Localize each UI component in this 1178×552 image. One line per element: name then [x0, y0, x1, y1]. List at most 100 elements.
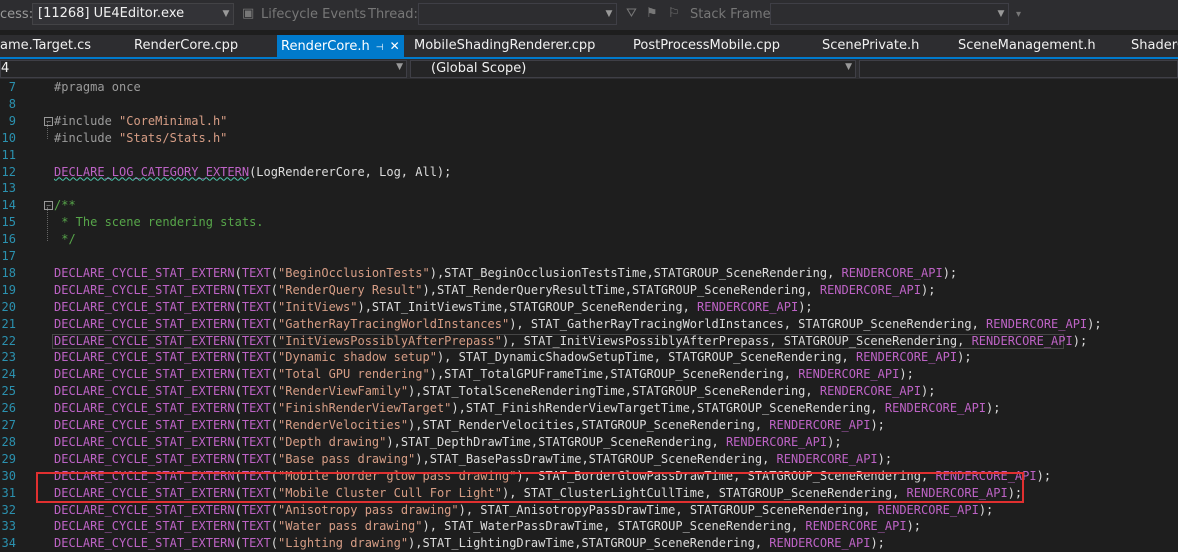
project-dropdown[interactable]: 4 ▼ [0, 60, 407, 78]
code-line[interactable]: 22 DECLARE_CYCLE_STAT_EXTERN(TEXT("InitVi… [0, 333, 1178, 350]
document-tab-bar: ame.Target.cs RenderCore.cpp RenderCore.… [0, 35, 1178, 57]
member-dropdown[interactable] [859, 60, 1178, 78]
code-text: DECLARE_CYCLE_STAT_EXTERN(TEXT("RenderVe… [54, 418, 885, 432]
code-text: DECLARE_CYCLE_STAT_EXTERN(TEXT("RenderVi… [54, 384, 936, 399]
tab-label: PostProcessMobile.cpp [633, 38, 780, 53]
line-number: 17 [1, 249, 16, 263]
code-line[interactable]: 9 − #include "CoreMinimal.h" [0, 113, 1178, 130]
close-icon[interactable]: ✕ [390, 39, 400, 53]
code-line[interactable]: 16 */ [0, 231, 1178, 248]
line-number: 12 [1, 164, 16, 179]
filter-icon[interactable]: ⛛ [626, 6, 637, 21]
process-label: cess: [0, 7, 34, 22]
code-line[interactable]: 19 DECLARE_CYCLE_STAT_EXTERN(TEXT("Render… [0, 282, 1178, 299]
lifecycle-events-icon[interactable]: ▣ [242, 6, 254, 21]
code-line[interactable]: 32 DECLARE_CYCLE_STAT_EXTERN(TEXT("Anisot… [0, 502, 1178, 519]
code-line[interactable]: 14 −/** [0, 197, 1178, 214]
code-text: DECLARE_CYCLE_STAT_EXTERN(TEXT("Water pa… [54, 519, 922, 534]
thread-label: Thread: [368, 7, 418, 22]
tab-label: RenderCore.cpp [134, 38, 239, 53]
code-text: /** [54, 198, 76, 213]
code-text: DECLARE_CYCLE_STAT_EXTERN(TEXT("Lighting… [54, 536, 885, 551]
stack-frame-dropdown[interactable]: ▼ [770, 3, 1009, 25]
code-line[interactable]: 18 DECLARE_CYCLE_STAT_EXTERN(TEXT("BeginO… [0, 265, 1178, 282]
line-number: 20 [1, 299, 16, 314]
line-number: 32 [1, 502, 16, 517]
code-text: DECLARE_CYCLE_STAT_EXTERN(TEXT("BeginOcc… [54, 265, 958, 280]
code-text: #include "Stats/Stats.h" [54, 130, 228, 145]
code-text: DECLARE_CYCLE_STAT_EXTERN(TEXT("InitView… [54, 333, 1088, 348]
chevron-down-icon: ▼ [605, 9, 613, 19]
highlight-annotation-box [36, 472, 1024, 503]
code-line[interactable]: 33 DECLARE_CYCLE_STAT_EXTERN(TEXT("Water … [0, 518, 1178, 535]
line-number: 13 [1, 181, 16, 196]
code-line[interactable]: 13 [0, 180, 1178, 197]
line-number: 27 [1, 418, 16, 432]
pin-icon[interactable]: ⊣ [376, 43, 384, 53]
code-line[interactable]: 8 [0, 96, 1178, 113]
tab-scene-private[interactable]: ScenePrivate.h [822, 35, 919, 57]
code-line[interactable]: 25 DECLARE_CYCLE_STAT_EXTERN(TEXT("Render… [0, 383, 1178, 400]
line-number: 14 [1, 198, 16, 213]
code-line[interactable]: 21 DECLARE_CYCLE_STAT_EXTERN(TEXT("Gather… [0, 316, 1178, 333]
code-line[interactable]: 12 DECLARE_LOG_CATEGORY_EXTERN(LogRendere… [0, 164, 1178, 181]
chevron-down-icon: ▼ [396, 62, 403, 72]
scope-value: (Global Scope) [431, 61, 527, 76]
line-number: 28 [1, 434, 16, 449]
code-line[interactable]: 7 #pragma once [0, 79, 1178, 96]
debug-location-toolbar: cess: [11268] UE4Editor.exe ▼ ▣ Lifecycl… [0, 0, 1178, 30]
code-text: DECLARE_CYCLE_STAT_EXTERN(TEXT("FinishRe… [54, 401, 1001, 416]
code-text: DECLARE_CYCLE_STAT_EXTERN(TEXT("Base pas… [54, 451, 893, 466]
thread-dropdown[interactable]: ▼ [418, 3, 617, 25]
line-number: 8 [8, 96, 16, 111]
code-text: DECLARE_CYCLE_STAT_EXTERN(TEXT("InitView… [54, 299, 813, 314]
process-value: [11268] UE4Editor.exe [38, 6, 185, 21]
tab-rendercore-cpp[interactable]: RenderCore.cpp [134, 35, 238, 57]
code-line[interactable]: 28 DECLARE_CYCLE_STAT_EXTERN(TEXT("Depth … [0, 434, 1178, 451]
flag-filter-icon[interactable]: ⚑ [646, 6, 658, 21]
toolbar-overflow-icon[interactable]: ▾ [1016, 9, 1021, 20]
code-text: DECLARE_CYCLE_STAT_EXTERN(TEXT("Depth dr… [54, 434, 842, 449]
code-line[interactable]: 29 DECLARE_CYCLE_STAT_EXTERN(TEXT("Base p… [0, 451, 1178, 468]
line-number: 9 [8, 113, 16, 128]
tab-rendercore-h[interactable]: RenderCore.h ⊣ ✕ [277, 35, 404, 57]
code-line[interactable]: 26 DECLARE_CYCLE_STAT_EXTERN(TEXT("Finish… [0, 400, 1178, 417]
code-line[interactable]: 24 DECLARE_CYCLE_STAT_EXTERN(TEXT("Total … [0, 366, 1178, 383]
tab-mobile-shading-renderer[interactable]: MobileShadingRenderer.cpp [414, 35, 595, 57]
line-number: 22 [1, 333, 16, 348]
tab-label: SceneManagement.h [958, 38, 1096, 53]
collapse-icon[interactable]: − [44, 201, 53, 211]
line-number: 16 [1, 232, 16, 247]
project-value: 4 [1, 61, 10, 76]
code-line[interactable]: 34 DECLARE_CYCLE_STAT_EXTERN(TEXT("Lighti… [0, 535, 1178, 552]
tab-game-target[interactable]: ame.Target.cs [0, 35, 91, 57]
code-line[interactable]: 11 [0, 147, 1178, 164]
code-text: * The scene rendering stats. [54, 215, 264, 230]
code-line[interactable]: 15 * The scene rendering stats. [0, 214, 1178, 231]
code-text: DECLARE_CYCLE_STAT_EXTERN(TEXT("GatherRa… [54, 316, 1102, 331]
tab-label: MobileShadingRenderer.cpp [414, 38, 596, 53]
code-line[interactable]: 10 #include "Stats/Stats.h" [0, 130, 1178, 147]
tab-label: ShaderC [1131, 38, 1178, 53]
code-line[interactable]: 20 DECLARE_CYCLE_STAT_EXTERN(TEXT("InitVi… [0, 299, 1178, 316]
lifecycle-events-button[interactable]: Lifecycle Events [261, 7, 366, 22]
tab-scene-management[interactable]: SceneManagement.h [958, 35, 1096, 57]
code-text: */ [54, 232, 76, 247]
tab-label: ame.Target.cs [0, 38, 92, 53]
collapse-icon[interactable]: − [44, 116, 53, 126]
line-number: 30 [1, 468, 16, 483]
tab-postprocess-mobile[interactable]: PostProcessMobile.cpp [633, 35, 780, 57]
line-number: 10 [1, 130, 16, 145]
code-text: DECLARE_CYCLE_STAT_EXTERN(TEXT("RenderQu… [54, 282, 936, 297]
flag-icon[interactable]: ⚐ [668, 6, 680, 21]
code-text: DECLARE_CYCLE_STAT_EXTERN(TEXT("Dynamic … [54, 350, 972, 365]
scope-dropdown[interactable]: (Global Scope) ▼ [410, 60, 856, 78]
code-line[interactable]: 23 DECLARE_CYCLE_STAT_EXTERN(TEXT("Dynami… [0, 349, 1178, 366]
code-text: DECLARE_CYCLE_STAT_EXTERN(TEXT("Total GP… [54, 367, 914, 382]
process-dropdown[interactable]: [11268] UE4Editor.exe ▼ [32, 3, 234, 25]
tab-shader[interactable]: ShaderC [1131, 35, 1178, 57]
line-number: 34 [1, 536, 16, 551]
chevron-down-icon[interactable]: ▼ [219, 4, 233, 24]
code-line[interactable]: 17 [0, 248, 1178, 265]
code-line[interactable]: 27 DECLARE_CYCLE_STAT_EXTERN(TEXT("Render… [0, 417, 1178, 434]
